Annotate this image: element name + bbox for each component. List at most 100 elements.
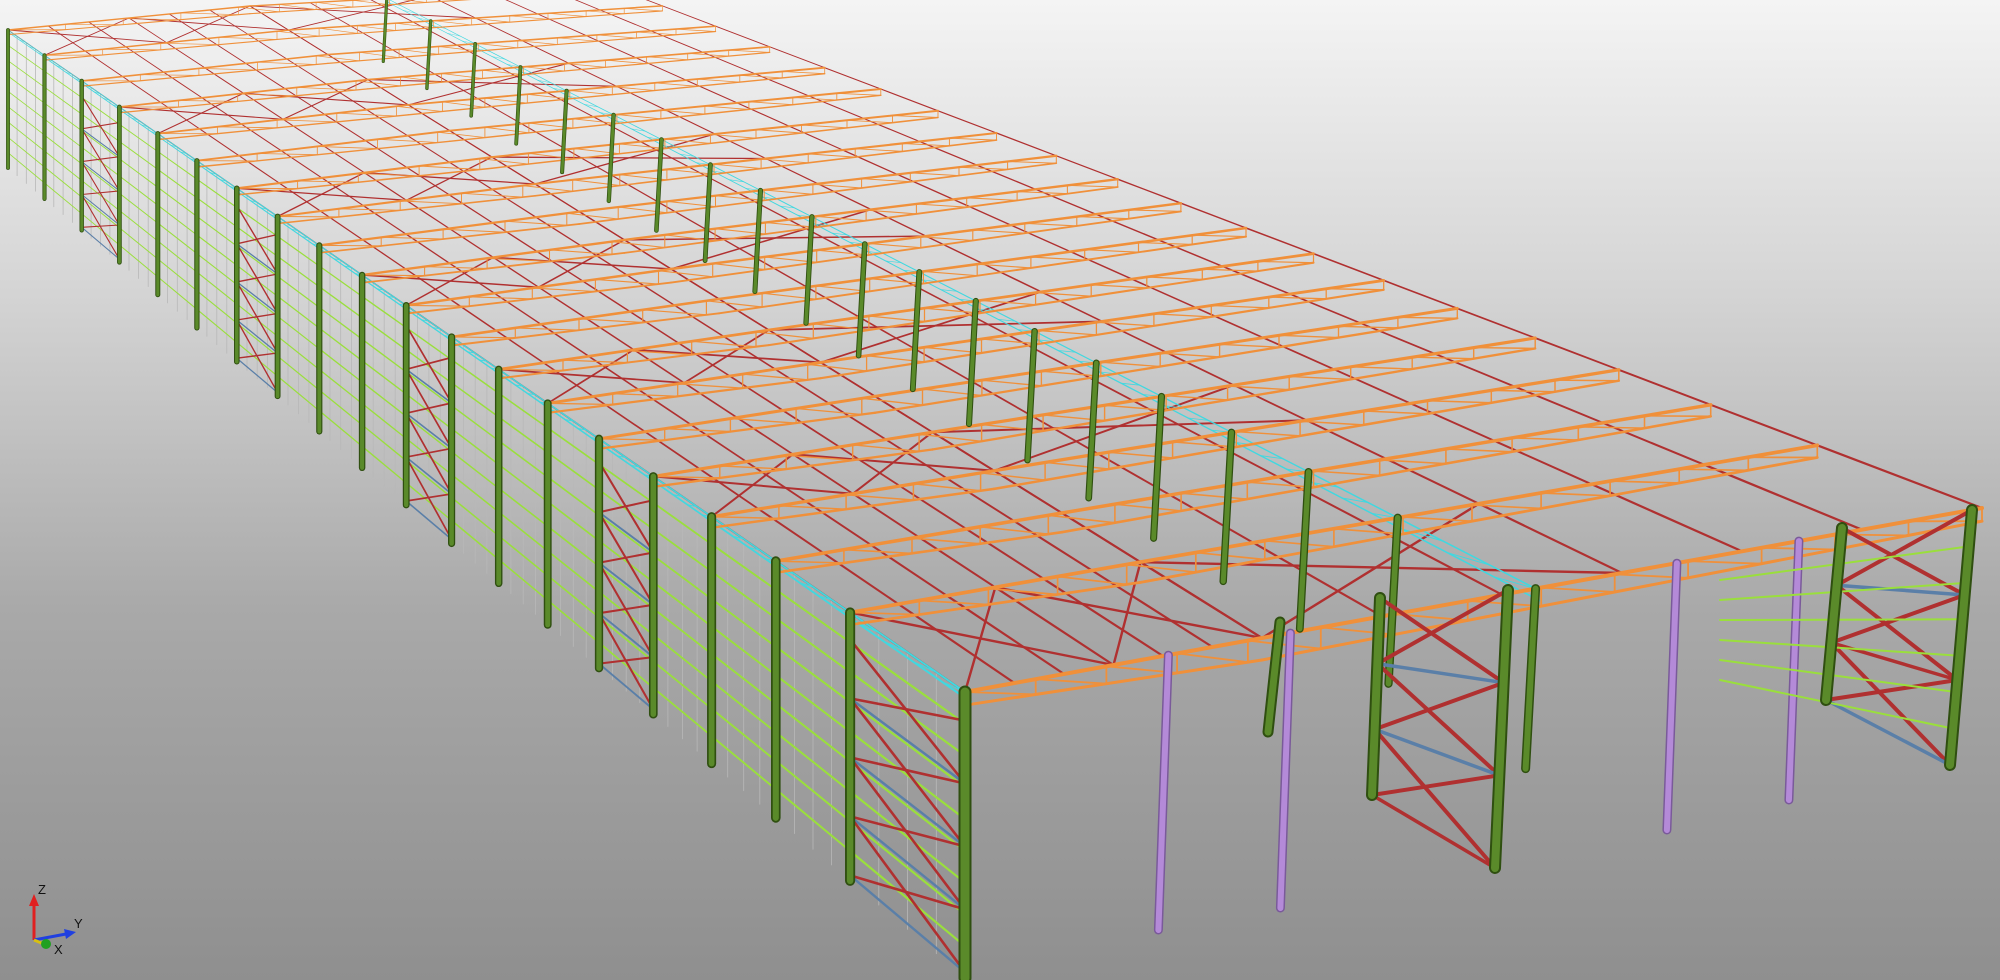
roof-truss-web[interactable] <box>479 158 529 165</box>
roof-purlin[interactable] <box>706 229 757 259</box>
roof-purlin[interactable] <box>322 145 365 174</box>
roof-x-brace[interactable] <box>491 156 767 160</box>
roof-truss-web[interactable] <box>484 126 530 134</box>
roof-purlin[interactable] <box>874 395 934 434</box>
roof-truss-bottom-chord[interactable] <box>1139 456 1819 584</box>
right-wall-girt[interactable] <box>1719 618 1964 621</box>
gable-x-brace[interactable] <box>1370 773 1502 797</box>
roof-truss-web[interactable] <box>564 63 606 68</box>
roof-purlin[interactable] <box>626 274 676 307</box>
roof-truss-web[interactable] <box>318 27 358 34</box>
roof-purlin[interactable] <box>1042 577 1165 658</box>
roof-truss-web[interactable] <box>1511 437 1580 441</box>
roof-purlin[interactable] <box>1312 252 1385 282</box>
roof-purlin[interactable] <box>995 132 1057 157</box>
roof-truss-web[interactable] <box>836 92 882 96</box>
roof-purlin[interactable] <box>1252 541 1384 618</box>
gable-x-brace[interactable] <box>1378 596 1506 685</box>
roof-truss-web[interactable] <box>1030 256 1086 261</box>
roof-truss-web[interactable] <box>438 46 479 52</box>
roof-truss-web[interactable] <box>1034 291 1092 297</box>
roof-truss-top-chord[interactable] <box>1260 506 1984 640</box>
roof-truss-web[interactable] <box>1378 459 1447 465</box>
roof-truss-web[interactable] <box>355 80 401 87</box>
roof-truss-web[interactable] <box>646 56 689 61</box>
roof-truss-web[interactable] <box>812 183 863 189</box>
roof-truss-web[interactable] <box>1084 249 1140 253</box>
roof-truss-web[interactable] <box>315 55 360 62</box>
roof-truss-web[interactable] <box>1034 678 1108 685</box>
roof-truss-web[interactable] <box>911 537 981 545</box>
roof-x-brace[interactable] <box>7 29 168 44</box>
roof-purlin[interactable] <box>633 348 685 384</box>
roof-truss-web[interactable] <box>912 483 982 492</box>
roof-truss-web[interactable] <box>605 59 647 64</box>
roof-truss-bottom-chord[interactable] <box>491 116 939 169</box>
roof-purlin[interactable] <box>477 98 523 125</box>
roof-truss-top-chord[interactable] <box>43 29 290 57</box>
roof-truss-web[interactable] <box>660 109 706 115</box>
roof-truss-bottom-chord[interactable] <box>1260 519 1984 662</box>
roof-truss-web[interactable] <box>775 560 845 564</box>
roof-truss-web[interactable] <box>972 229 1026 234</box>
roof-purlin[interactable] <box>198 128 240 157</box>
roof-truss-web[interactable] <box>1235 430 1301 437</box>
roof-purlin[interactable] <box>971 380 1034 418</box>
roof-truss-web[interactable] <box>918 433 983 443</box>
roof-purlin[interactable] <box>430 0 476 19</box>
roof-truss-web[interactable] <box>1226 385 1290 391</box>
roof-truss-web[interactable] <box>1554 379 1620 382</box>
roof-purlin[interactable] <box>670 268 720 300</box>
roof-purlin[interactable] <box>209 9 249 35</box>
roof-purlin[interactable] <box>324 113 367 142</box>
roof-truss-web[interactable] <box>276 30 320 37</box>
roof-purlin[interactable] <box>1055 155 1119 180</box>
roof-truss-web[interactable] <box>596 34 637 39</box>
roof-purlin[interactable] <box>898 485 968 531</box>
roof-truss-web[interactable] <box>1312 470 1381 477</box>
roof-truss-web[interactable] <box>742 373 809 381</box>
roof-purlin[interactable] <box>584 317 635 351</box>
valley-strut-top-chord[interactable] <box>1307 471 1399 519</box>
roof-purlin[interactable] <box>247 33 288 60</box>
roof-purlin[interactable] <box>1232 384 1308 422</box>
roof-truss-web[interactable] <box>1247 639 1322 650</box>
roof-truss-web[interactable] <box>441 73 483 79</box>
roof-purlin[interactable] <box>1305 419 1388 460</box>
roof-truss-web[interactable] <box>556 37 598 42</box>
roof-truss-web[interactable] <box>892 115 939 118</box>
roof-purlin[interactable] <box>1477 502 1624 575</box>
roof-purlin[interactable] <box>931 431 996 472</box>
roof-truss-web[interactable] <box>1687 560 1763 565</box>
roof-truss-web[interactable] <box>1114 503 1182 512</box>
roof-truss-web[interactable] <box>675 28 716 32</box>
roof-truss-web[interactable] <box>398 49 440 55</box>
roof-truss-web[interactable] <box>705 300 763 308</box>
roof-truss-web[interactable] <box>728 49 771 53</box>
roof-truss-web[interactable] <box>976 263 1032 269</box>
roof-truss-web[interactable] <box>526 93 571 100</box>
roof-purlin[interactable] <box>284 88 326 115</box>
roof-truss-web[interactable] <box>861 397 924 406</box>
roof-truss-web[interactable] <box>256 153 318 156</box>
roof-truss-web[interactable] <box>807 363 868 372</box>
roof-truss-web[interactable] <box>948 137 997 141</box>
roof-purlin[interactable] <box>288 29 329 56</box>
roof-truss-web[interactable] <box>1325 288 1385 291</box>
roof-truss-web[interactable] <box>523 66 565 72</box>
roof-purlin[interactable] <box>718 298 770 331</box>
roof-truss-web[interactable] <box>356 25 396 31</box>
roof-truss-web[interactable] <box>1337 325 1399 329</box>
roof-purlin[interactable] <box>824 67 882 90</box>
roof-truss-web[interactable] <box>547 12 587 17</box>
roof-purlin[interactable] <box>537 286 587 319</box>
roof-truss-web[interactable] <box>352 0 390 6</box>
roof-truss-top-chord[interactable] <box>578 154 1058 213</box>
roof-truss-web[interactable] <box>1191 234 1247 238</box>
roof-truss-web[interactable] <box>654 82 698 87</box>
roof-x-brace[interactable] <box>791 453 996 472</box>
roof-purlin[interactable] <box>367 79 409 106</box>
roof-purlin[interactable] <box>658 201 708 231</box>
roof-truss-web[interactable] <box>748 101 794 106</box>
roof-truss-web[interactable] <box>664 138 711 144</box>
